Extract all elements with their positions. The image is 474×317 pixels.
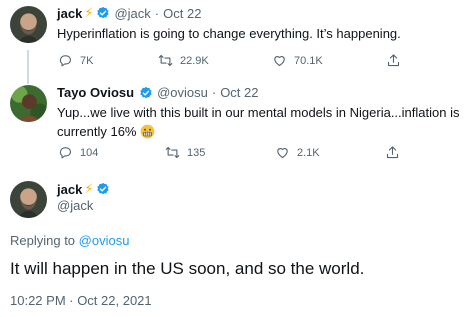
author-name[interactable]: Tayo Oviosu <box>57 85 134 100</box>
verified-badge-icon <box>96 6 110 20</box>
reply-count: 104 <box>80 146 99 159</box>
thread-connector <box>27 50 29 84</box>
retweet-button[interactable]: 22.9K <box>158 53 209 68</box>
replying-to: Replying to @oviosu <box>10 233 129 248</box>
retweet-count: 135 <box>187 146 206 159</box>
author-handle[interactable]: @jack <box>114 6 150 21</box>
like-icon <box>274 56 285 67</box>
replying-to-handle[interactable]: @oviosu <box>79 233 130 248</box>
avatar-jack[interactable] <box>10 6 47 43</box>
avatar-oviosu[interactable] <box>10 85 47 122</box>
separator-dot: · <box>211 85 217 100</box>
tweet-text: Hyperinflation is going to change everyt… <box>57 26 401 41</box>
verified-badge-icon <box>139 86 153 100</box>
like-button[interactable]: 70.1K <box>272 53 323 68</box>
separator-dot: · <box>154 5 160 21</box>
avatar-jack[interactable] <box>10 181 47 218</box>
author-name[interactable]: jack <box>57 182 82 197</box>
retweet-icon <box>165 146 180 159</box>
tweet-date[interactable]: Oct 22 <box>220 85 258 100</box>
share-button[interactable] <box>385 145 407 160</box>
like-count: 2.1K <box>297 146 320 159</box>
tweet-text-line-2: currently 16% <box>57 124 137 139</box>
tweet-timestamp[interactable]: 10:22 PM · Oct 22, 2021 <box>10 293 152 308</box>
author-handle[interactable]: @oviosu <box>157 85 208 100</box>
like-count: 70.1K <box>294 54 323 67</box>
retweet-count: 22.9K <box>180 54 209 67</box>
author-handle[interactable]: @jack <box>57 198 93 213</box>
retweet-icon <box>158 54 173 67</box>
share-icon <box>387 54 400 67</box>
reply-icon <box>59 147 72 159</box>
verified-badge-icon <box>96 182 110 196</box>
like-button[interactable]: 2.1K <box>275 145 320 160</box>
grimacing-emoji-icon <box>140 124 155 139</box>
main-tweet-text: It will happen in the US soon, and so th… <box>10 259 365 278</box>
like-icon <box>277 148 288 159</box>
share-icon <box>386 146 399 159</box>
author-name[interactable]: jack <box>57 6 82 21</box>
reply-button[interactable]: 7K <box>58 53 93 68</box>
replying-prefix: Replying to <box>10 233 76 248</box>
lightning-icon: ⚡ <box>84 181 94 196</box>
tweet-date[interactable]: Oct 22 <box>163 6 201 21</box>
reply-count: 7K <box>80 54 94 67</box>
reply-icon <box>59 55 72 67</box>
tweet-text: Yup...we live with this built in our men… <box>57 103 467 141</box>
reply-button[interactable]: 104 <box>58 145 98 160</box>
tweet-text-line-1: Yup...we live with this built in our men… <box>57 105 460 120</box>
retweet-button[interactable]: 135 <box>165 145 205 160</box>
share-button[interactable] <box>386 53 408 68</box>
lightning-icon: ⚡ <box>84 5 94 20</box>
